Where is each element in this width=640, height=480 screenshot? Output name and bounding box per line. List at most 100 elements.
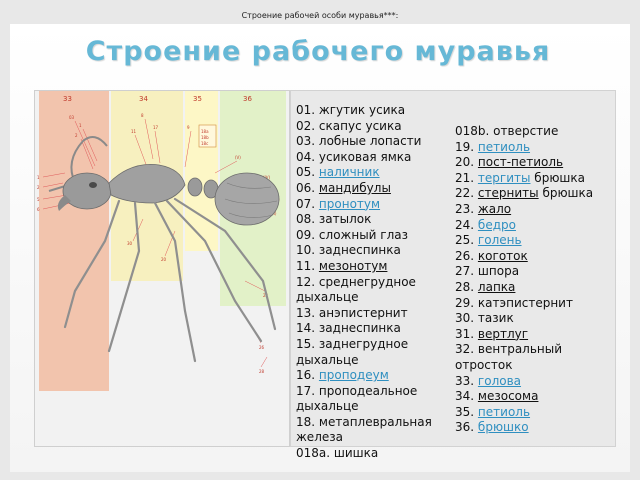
legend-item-number: 018b. (455, 124, 490, 138)
legend-item-number: 21. (455, 170, 475, 185)
legend-item-number: 31. (455, 326, 475, 341)
legend-item: 23. жало (455, 202, 615, 218)
svg-text:28: 28 (259, 369, 265, 374)
panel-label-petiole: 35 (193, 95, 202, 103)
legend-column-right: 018b. отверстие 19. петиоль 20. пост-петио… (455, 124, 615, 436)
inset-label-a: 18a (201, 129, 209, 134)
legend-item: 018a. шишка (296, 446, 448, 462)
legend-term: шпора (477, 264, 520, 279)
legend-item: 35. петиоль (455, 405, 615, 421)
legend-term-suffix: брюшка (530, 170, 585, 185)
legend-item: 21. тергиты брюшка (455, 171, 615, 187)
legend-term: отверстие (493, 124, 559, 138)
legend-term-link[interactable]: проподеум (319, 368, 389, 382)
legend-item-number: 17. (296, 383, 316, 398)
svg-text:11: 11 (131, 129, 137, 134)
legend-term: стерниты (477, 186, 539, 201)
legend-item-number: 13. (296, 305, 316, 320)
legend-item: 25. голень (455, 233, 615, 249)
legend-column-left: 01. жгутик усика 02. скапус усика 03. лобн… (296, 103, 448, 462)
legend-term: лобные лопасти (318, 134, 422, 149)
legend-item: 24. бедро (455, 218, 615, 234)
legend-item: 02. скапус усика (296, 119, 448, 135)
legend-item: 07. пронотум (296, 197, 448, 213)
legend-item-number: 20. (455, 155, 475, 170)
legend-item-number: 25. (455, 233, 475, 248)
legend-item: 018b. отверстие (455, 124, 615, 140)
panel-label-mesosoma: 34 (139, 95, 148, 103)
legend-item: 06. мандибулы (296, 181, 448, 197)
legend-term-link[interactable]: голень (478, 233, 522, 247)
legend-item: 11. мезонотум (296, 259, 448, 275)
legend-term: усиковая ямка (318, 149, 412, 164)
inset-label-b: 18b (201, 135, 209, 140)
legend-item: 33. голова (455, 374, 615, 390)
legend-term: пост-петиоль (477, 155, 564, 170)
legend-item: 28. лапка (455, 280, 615, 296)
legend-term-link[interactable]: петиоль (478, 405, 530, 419)
head-region-band (39, 91, 109, 391)
legend-term: тазик (477, 311, 514, 326)
legend-item: 31. вертлуг (455, 327, 615, 343)
legend-term-link[interactable]: тергиты (478, 171, 531, 185)
legend-item-number: 33. (455, 373, 475, 388)
legend-term-link[interactable]: наличник (319, 165, 380, 179)
ant-diagram-frame: 33 34 35 36 18a 18b 18c 03 1 2 1 2 5 6 8… (34, 90, 290, 447)
legend-term-link[interactable]: петиоль (478, 140, 530, 154)
petiole-region-band (185, 91, 218, 251)
svg-text:17: 17 (153, 125, 159, 130)
legend-item-number: 34. (455, 389, 475, 404)
legend-item-number: 12. (296, 274, 316, 289)
panel-label-head: 33 (63, 95, 72, 103)
legend-item: 15. заднегрудное дыхальце (296, 337, 448, 368)
legend-item: 12. среднегрудное дыхальце (296, 275, 448, 306)
legend-item-number: 29. (455, 295, 475, 310)
legend-item: 19. петиоль (455, 140, 615, 156)
legend-item: 10. заднеспинка (296, 243, 448, 259)
legend-item-number: 14. (296, 321, 316, 336)
panel-label-gaster: 36 (243, 95, 252, 103)
legend-item: 30. тазик (455, 311, 615, 327)
legend-item-number: 24. (455, 217, 475, 232)
legend-item: 29. катэпистернит (455, 296, 615, 312)
legend-item: 34. мезосома (455, 389, 615, 405)
legend-term-link[interactable]: брюшко (478, 420, 529, 434)
legend-term: мезосома (477, 389, 539, 404)
legend-term: катэпистернит (477, 295, 573, 310)
legend-term-link[interactable]: бедро (478, 218, 516, 232)
legend-term-link[interactable]: пронотум (319, 197, 380, 211)
legend-item: 17. проподеальное дыхальце (296, 384, 448, 415)
legend-item: 26. коготок (455, 249, 615, 265)
legend-item-number: 35. (455, 404, 475, 419)
legend-item-number: 11. (296, 258, 316, 273)
legend-term: коготок (477, 248, 528, 263)
legend-item-number: 23. (455, 201, 475, 216)
legend-item: 14. заднеспинка (296, 321, 448, 337)
legend-term: метаплевральная железа (296, 414, 432, 445)
legend-item: 27. шпора (455, 264, 615, 280)
legend-item-number: 10. (296, 243, 316, 258)
legend-term: шишка (333, 446, 379, 461)
svg-text:(V): (V) (235, 155, 241, 160)
legend-item-number: 15. (296, 336, 316, 351)
legend-term: сложный глаз (318, 227, 408, 242)
legend-item: 32. вентральный отросток (455, 342, 615, 373)
ant-diagram: 33 34 35 36 18a 18b 18c 0312 1256 81711 … (37, 91, 286, 391)
legend-item-number: 36. (455, 420, 475, 435)
legend-item: 22. стерниты брюшка (455, 186, 615, 202)
legend-item-number: 32. (455, 342, 475, 357)
legend-term-suffix: брюшка (538, 186, 594, 201)
legend-item: 13. анэпистернит (296, 306, 448, 322)
svg-text:03: 03 (69, 115, 75, 120)
legend-item-number: 27. (455, 264, 475, 279)
legend-item: 05. наличник (296, 165, 448, 181)
legend-item-number: 01. (296, 103, 316, 117)
svg-text:20: 20 (161, 257, 167, 262)
legend-item: 36. брюшко (455, 420, 615, 436)
legend-term-link[interactable]: голова (478, 374, 521, 388)
legend-item: 20. пост-петиоль (455, 155, 615, 171)
legend-item-number: 28. (455, 279, 475, 294)
legend-term: жгутик усика (318, 103, 406, 117)
legend-term: мандибулы (318, 180, 391, 195)
legend-item-number: 18. (296, 414, 316, 429)
